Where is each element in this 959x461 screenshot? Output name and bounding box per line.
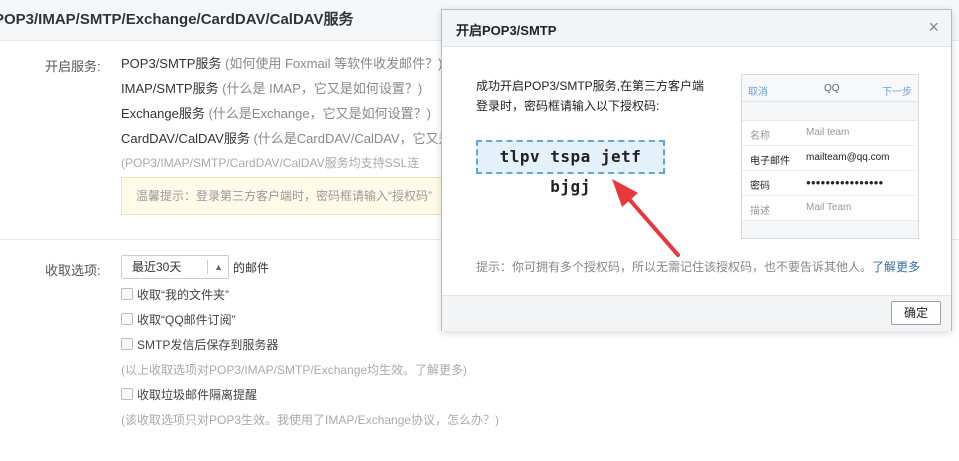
checkbox-subscriptions-label: 收取“QQ邮件订阅” — [137, 313, 236, 327]
dialog-tip-text: 提示：你可拥有多个授权码，所以无需记住该授权码，也不要告诉其他人。 — [476, 260, 873, 274]
service-caldav: CardDAV/CalDAV服务 (什么是CardDAV/CalDAV，它又是 — [121, 128, 452, 147]
phone-row-password: 密码 ●●●●●●●●●●●●●●●● — [742, 171, 918, 196]
phone-row-value: ●●●●●●●●●●●●●●●● — [806, 178, 884, 187]
phone-row-key: 名称 — [750, 131, 770, 142]
dialog-title: 开启POP3/SMTP — [456, 23, 557, 38]
phone-row-value: mailteam@qq.com — [806, 152, 890, 163]
phone-row-key: 电子邮件 — [750, 156, 790, 167]
phone-topbar: 取消 QQ 下一步 — [742, 75, 918, 102]
receive-range-value: 最近30天 — [132, 260, 182, 274]
dialog-tip: 提示：你可拥有多个授权码，所以无需记住该授权码，也不要告诉其他人。了解更多 — [476, 258, 920, 275]
ssl-note: (POP3/IMAP/SMTP/CardDAV/CalDAV服务均支持SSL连 — [121, 156, 420, 170]
receive-note-1: (以上收取选项对POP3/IMAP/SMTP/Exchange均生效。了解更多) — [121, 363, 468, 377]
receive-note-2: (该收取选项只对POP3生效。我使用了IMAP/Exchange协议，怎么办？) — [121, 413, 500, 427]
phone-next: 下一步 — [882, 87, 912, 98]
receive-label: 收取选项: — [45, 263, 101, 278]
checkbox-save-sent-label: SMTP发信后保存到服务器 — [137, 338, 279, 352]
receive-range-select[interactable]: 最近30天 ▲ — [121, 255, 229, 279]
checkbox-my-folders[interactable] — [121, 288, 133, 300]
dialog-description: 成功开启POP3/SMTP服务,在第三方客户端登录时，密码框请输入以下授权码: — [476, 79, 705, 113]
service-caldav-name: CardDAV/CalDAV服务 — [121, 131, 250, 146]
service-caldav-help-link[interactable]: (什么是CardDAV/CalDAV，它又是 — [253, 131, 451, 146]
receive-range-suffix: 的邮件 — [233, 261, 270, 275]
service-exchange-help-link[interactable]: (什么是Exchange，它又是如何设置？) — [208, 106, 430, 121]
service-imap: IMAP/SMTP服务 (什么是 IMAP，它又是如何设置？) — [121, 78, 422, 97]
service-exchange: Exchange服务 (什么是Exchange，它又是如何设置？) — [121, 103, 431, 122]
phone-row-description: 描述 Mail Team — [742, 196, 918, 221]
phone-row-key: 描述 — [750, 206, 770, 217]
pop3-smtp-dialog: 开启POP3/SMTP × 成功开启POP3/SMTP服务,在第三方客户端登录时… — [441, 9, 952, 331]
checkbox-subscriptions[interactable] — [121, 313, 133, 325]
phone-row-email: 电子邮件 mailteam@qq.com — [742, 146, 918, 171]
phone-title: QQ — [824, 83, 840, 94]
checkbox-spam-alert[interactable] — [121, 388, 133, 400]
phone-row-name: 名称 Mail team — [742, 121, 918, 146]
red-arrow-icon — [612, 179, 680, 257]
phone-illustration: 取消 QQ 下一步 名称 Mail team 电子邮件 mailteam@qq.… — [741, 74, 919, 239]
checkbox-my-folders-label: 收取“我的文件夹” — [137, 288, 229, 302]
dialog-header: 开启POP3/SMTP × — [442, 10, 951, 47]
section-title-text: POP3/IMAP/SMTP/Exchange/CardDAV/CalDAV服务 — [0, 11, 354, 28]
select-updown-icon: ▲ — [214, 262, 223, 272]
auth-code[interactable]: tlpv tspa jetf bjgj — [476, 140, 665, 196]
phone-row-value: Mail Team — [806, 202, 852, 213]
services-label: 开启服务: — [45, 59, 101, 74]
phone-cancel: 取消 — [748, 87, 768, 98]
phone-row-key: 密码 — [750, 181, 770, 192]
service-pop3: POP3/SMTP服务 (如何使用 Foxmail 等软件收发邮件？) — [121, 53, 442, 72]
checkbox-spam-alert-label: 收取垃圾邮件隔离提醒 — [137, 388, 258, 402]
learn-more-link[interactable]: 了解更多 — [872, 260, 920, 274]
close-icon[interactable]: × — [928, 17, 939, 38]
service-imap-name: IMAP/SMTP服务 — [121, 81, 219, 96]
checkbox-save-sent[interactable] — [121, 338, 133, 350]
dialog-footer: 确定 — [442, 295, 951, 331]
phone-form: 名称 Mail team 电子邮件 mailteam@qq.com 密码 ●●●… — [742, 120, 918, 221]
select-separator — [207, 260, 208, 274]
ok-button[interactable]: 确定 — [891, 301, 941, 325]
service-imap-help-link[interactable]: (什么是 IMAP，它又是如何设置？) — [222, 81, 422, 96]
warm-tip-box: 温馨提示：登录第三方客户端时，密码框请输入“授权码” — [121, 177, 477, 215]
service-pop3-name: POP3/SMTP服务 — [121, 56, 222, 71]
phone-row-value: Mail team — [806, 127, 850, 138]
service-exchange-name: Exchange服务 — [121, 106, 205, 121]
service-pop3-help-link[interactable]: (如何使用 Foxmail 等软件收发邮件？) — [225, 56, 442, 71]
